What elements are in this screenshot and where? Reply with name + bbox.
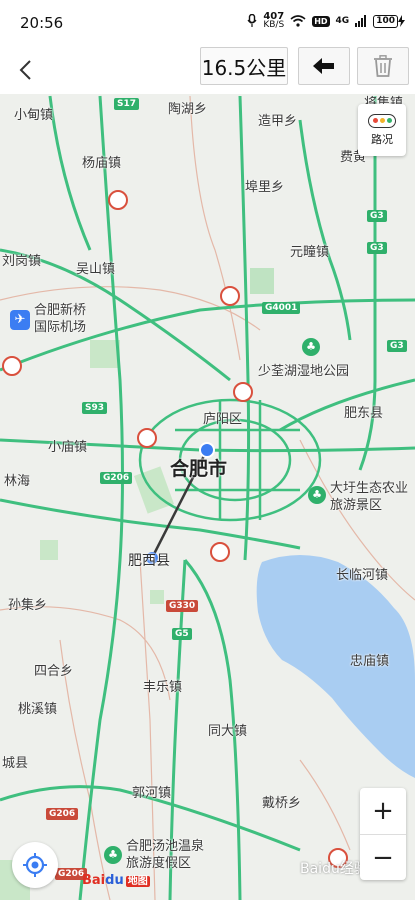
road-shield: G4001 (262, 302, 301, 314)
signal-label: 4G (335, 16, 350, 26)
place-label: 林海 (4, 474, 31, 489)
road-shield: S17 (114, 98, 140, 110)
place-label: 郭河镇 (132, 786, 172, 801)
place-label: 桃溪镇 (18, 702, 58, 717)
microphone-icon (247, 14, 257, 27)
place-label: 同大镇 (208, 724, 248, 739)
road-shield: G206 (46, 808, 79, 820)
watermark: Baidu经验 (300, 861, 368, 877)
place-label: 合肥新桥国际机场 (34, 303, 87, 335)
road-shield: G3 (387, 340, 407, 352)
place-label: 肥东县 (344, 406, 384, 421)
place-label: 肥西县 (128, 553, 170, 569)
distance-display: 16.5公里 (200, 47, 288, 85)
road-work-icon (210, 542, 230, 562)
road-shield: G206 (100, 472, 133, 484)
road-shield: G3 (367, 242, 387, 254)
place-label: 丰乐镇 (143, 680, 183, 695)
status-time: 20:56 (20, 14, 64, 32)
airport-icon: ✈ (10, 310, 30, 330)
locate-button[interactable] (12, 842, 58, 888)
zoom-in-button[interactable]: + (360, 788, 406, 834)
place-label: 城县 (2, 756, 29, 771)
road-work-icon (2, 356, 22, 376)
signal-bars-icon (355, 15, 367, 27)
place-label: 忠庙镇 (350, 654, 390, 669)
measure-toolbar: 16.5公里 (0, 46, 415, 94)
crosshair-icon (23, 853, 47, 877)
place-label: 刘岗镇 (2, 254, 42, 269)
road-work-icon (137, 428, 157, 448)
undo-button[interactable] (298, 47, 350, 85)
place-label: 元疃镇 (290, 245, 330, 260)
place-label: 戴桥乡 (262, 796, 302, 811)
traffic-toggle-label: 路况 (371, 132, 393, 146)
place-label: 大圩生态农业旅游景区 (330, 481, 409, 513)
park-icon: ♣ (104, 846, 122, 864)
place-label: 埠里乡 (245, 180, 285, 195)
park-icon: ♣ (302, 338, 320, 356)
trash-icon (374, 55, 392, 77)
zoom-control: + − (360, 788, 406, 880)
road-shield: G330 (166, 600, 199, 612)
place-label: 合肥汤池温泉旅游度假区 (126, 839, 205, 871)
road-work-icon (108, 190, 128, 210)
road-work-icon (233, 382, 253, 402)
hd-badge: HD (312, 15, 330, 27)
road-work-icon (220, 286, 240, 306)
baidu-map-logo: Baidu 地图 (82, 873, 150, 888)
place-label: 陶湖乡 (168, 102, 208, 117)
park-icon: ♣ (308, 486, 326, 504)
place-label: 庐阳区 (203, 412, 243, 427)
battery-icon: 100 (373, 14, 405, 28)
status-bar: 20:56 407 KB/S HD 4G 100 (0, 0, 415, 46)
zoom-out-button[interactable]: − (360, 835, 406, 881)
road-shield: G5 (172, 628, 192, 640)
net-speed: 407 KB/S (263, 11, 285, 30)
clear-button[interactable] (357, 47, 409, 85)
arrow-left-icon (313, 58, 334, 74)
place-label: 四合乡 (34, 664, 74, 679)
status-icons: 407 KB/S HD 4G 100 (247, 12, 405, 30)
map-canvas[interactable]: 小甸镇 陶湖乡 将集镇 造甲乡 杨庙镇 费黄 埠里乡 刘岗镇 吴山镇 元疃镇 合… (0, 94, 415, 900)
place-label: 造甲乡 (258, 114, 298, 129)
road-shield: S93 (82, 402, 108, 414)
place-label: 小庙镇 (48, 440, 88, 455)
place-label: 孙集乡 (8, 598, 48, 613)
chevron-left-icon (19, 60, 31, 80)
place-label: 少荃湖湿地公园 (258, 364, 350, 379)
place-label: 吴山镇 (76, 262, 116, 277)
place-label: 杨庙镇 (82, 156, 122, 171)
place-label: 长临河镇 (336, 568, 389, 583)
place-label: 小甸镇 (14, 108, 54, 123)
back-button[interactable] (10, 54, 40, 86)
wifi-icon (290, 15, 306, 27)
road-shield: G3 (367, 210, 387, 222)
traffic-light-icon (368, 113, 396, 128)
city-label: 合肥市 (170, 458, 228, 480)
traffic-toggle-button[interactable]: 路况 (358, 104, 406, 156)
